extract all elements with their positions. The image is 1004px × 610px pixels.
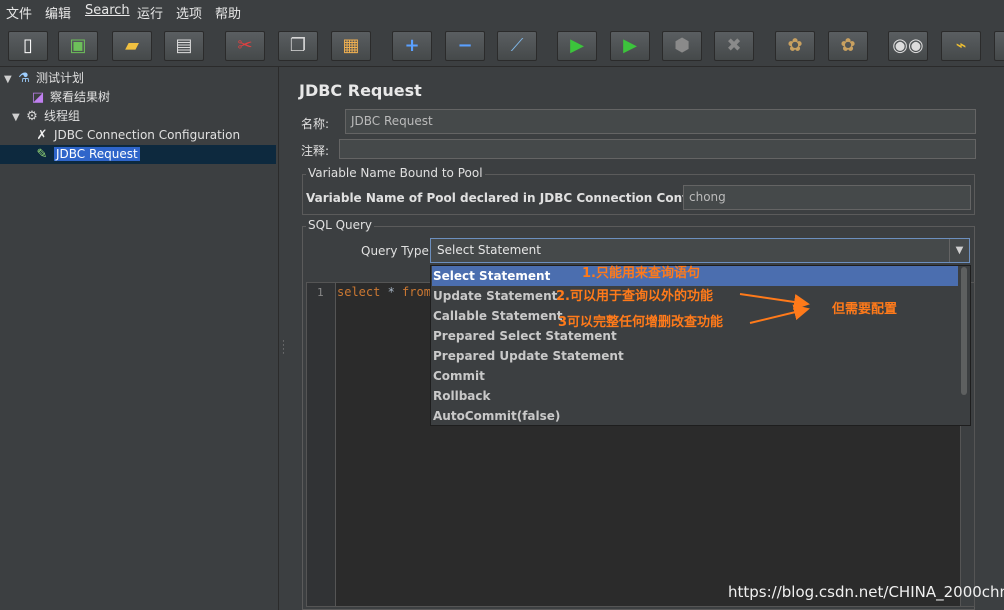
watermark: https://blog.csdn.net/CHINA_2000chn: [728, 583, 1004, 601]
arrow-line: [739, 293, 810, 310]
arrow-line: [749, 304, 810, 324]
annotation-arrows: [739, 293, 810, 324]
